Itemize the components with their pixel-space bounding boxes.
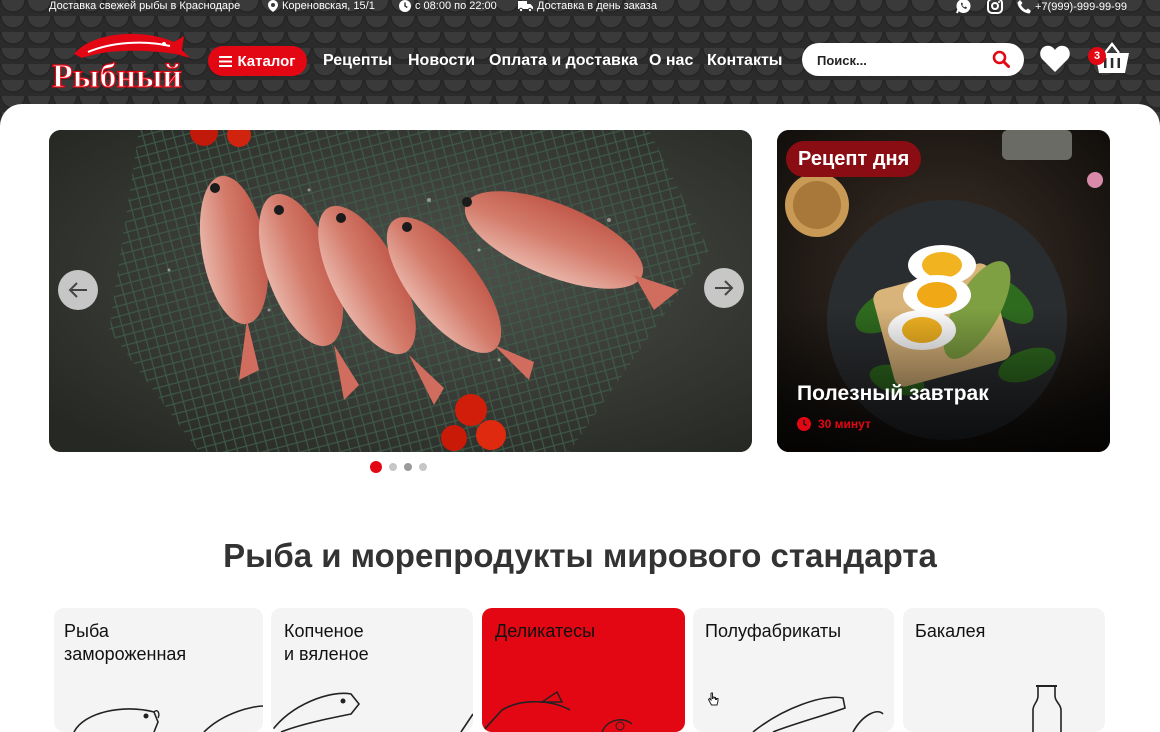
arrow-right-icon <box>715 280 734 296</box>
catalog-button[interactable]: Каталог <box>208 46 307 76</box>
slider-dots <box>370 461 427 473</box>
category-card-smoked-dried[interactable]: Копченое и вяленое <box>271 608 473 732</box>
whatsapp-icon[interactable] <box>955 0 973 14</box>
arrow-left-icon <box>68 282 87 298</box>
category-label: Рыба замороженная <box>64 621 187 664</box>
slider-next-button[interactable] <box>704 268 744 308</box>
logo-wordmark: Рыбный <box>52 58 182 92</box>
nav-recipes[interactable]: Рецепты <box>323 52 392 70</box>
fillet-illustration <box>752 696 884 732</box>
instagram-icon[interactable] <box>987 0 1005 14</box>
nav-about[interactable]: О нас <box>649 52 693 70</box>
search-box <box>802 43 1024 76</box>
location-pin-icon <box>268 0 278 12</box>
category-card-frozen-fish[interactable]: Рыба замороженная <box>54 608 263 732</box>
slider-dot-4[interactable] <box>419 463 427 471</box>
hand-cursor-icon <box>707 692 719 706</box>
top-info-bar: Доставка свежей рыбы в Краснодаре Корено… <box>0 0 1160 14</box>
frozen-fish-illustration <box>73 705 263 732</box>
category-card-delicacies[interactable]: Деликатесы <box>482 608 685 732</box>
hours-info: с 08:00 по 22:00 <box>399 0 497 12</box>
recipe-time: 30 минут <box>797 417 871 431</box>
clock-icon <box>797 417 811 431</box>
catalog-label: Каталог <box>237 52 296 70</box>
hero-slider[interactable] <box>49 130 752 452</box>
phone-number: +7(999)-999-99-99 <box>1035 1 1128 13</box>
category-label: Деликатесы <box>495 621 596 641</box>
recipe-of-the-day-badge: Рецепт дня <box>786 141 922 177</box>
menu-icon <box>219 55 233 67</box>
nav-contacts[interactable]: Контакты <box>707 52 782 70</box>
address-info[interactable]: Кореновская, 15/1 <box>268 0 375 12</box>
site-logo[interactable]: Рыбный <box>51 30 190 96</box>
slider-dot-2[interactable] <box>389 463 397 471</box>
same-day-delivery-info: Доставка в день заказа <box>518 0 657 12</box>
search-input[interactable] <box>817 51 977 69</box>
slider-dot-1[interactable] <box>370 461 382 473</box>
recipe-of-the-day-card[interactable]: Рецепт дня Полезный завтрак 30 минут <box>777 130 1110 452</box>
slider-prev-button[interactable] <box>58 270 98 310</box>
category-card-semi-finished[interactable]: Полуфабрикаты <box>693 608 894 732</box>
same-day-text: Доставка в день заказа <box>537 0 657 12</box>
search-icon[interactable] <box>992 50 1010 68</box>
phone-info[interactable]: +7(999)-999-99-99 <box>1017 0 1127 14</box>
delivery-info-text: Доставка свежей рыбы в Краснодаре <box>49 0 241 12</box>
nav-news[interactable]: Новости <box>408 52 475 70</box>
hours-text: с 08:00 по 22:00 <box>415 0 497 12</box>
recipe-time-text: 30 минут <box>818 417 871 431</box>
phone-icon <box>1017 0 1031 14</box>
category-card-grocery[interactable]: Бакалея <box>903 608 1105 732</box>
address-text: Кореновская, 15/1 <box>282 0 375 12</box>
site-header: Доставка свежей рыбы в Краснодаре Корено… <box>0 0 1160 120</box>
smoked-fish-illustration <box>271 692 473 732</box>
clock-icon <box>399 0 411 12</box>
recipe-title: Полезный завтрак <box>797 382 989 405</box>
nav-payment-delivery[interactable]: Оплата и доставка <box>489 52 638 70</box>
category-label: Полуфабрикаты <box>705 621 842 641</box>
crab-illustration <box>482 690 633 732</box>
category-label: Бакалея <box>915 621 986 641</box>
bottle-illustration <box>1032 685 1062 732</box>
delivery-info: Доставка свежей рыбы в Краснодаре <box>49 0 240 12</box>
category-label: Копченое и вяленое <box>284 621 369 664</box>
cart-count-badge: 3 <box>1088 47 1106 65</box>
truck-icon <box>518 0 533 12</box>
section-title: Рыба и морепродукты мирового стандарта <box>223 537 937 574</box>
hero-fish-image <box>49 130 752 452</box>
slider-dot-3[interactable] <box>404 463 412 471</box>
heart-icon[interactable] <box>1040 45 1070 72</box>
